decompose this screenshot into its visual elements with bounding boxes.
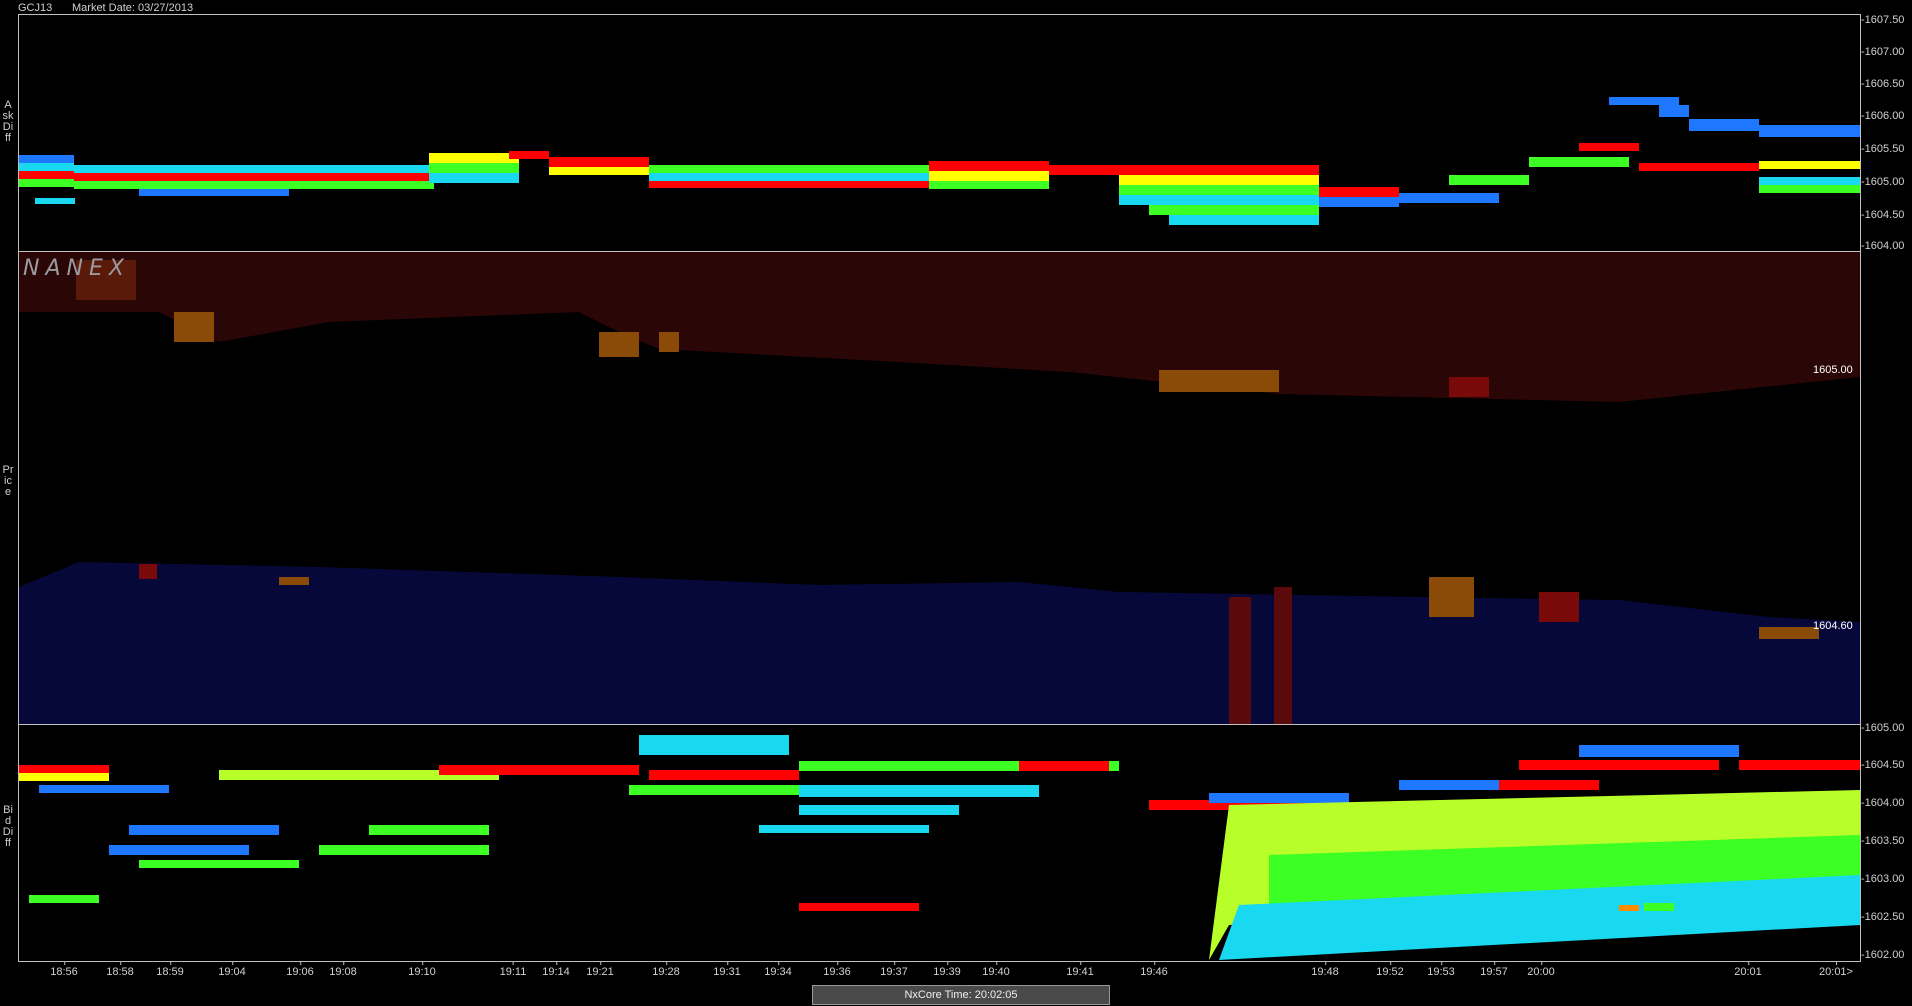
ask-diff-panel[interactable] — [18, 14, 1861, 252]
time-tick: 19:28 — [652, 961, 680, 978]
time-tick: 19:11 — [499, 961, 527, 978]
bid-axis-tick: -1603.50 — [1861, 835, 1905, 847]
time-tick: 20:01 — [1734, 961, 1762, 978]
time-tick: 19:46 — [1140, 961, 1168, 978]
ask-axis-tick: -1607.00 — [1861, 46, 1905, 58]
time-tick: 19:36 — [823, 961, 851, 978]
time-tick: 18:59 — [156, 961, 184, 978]
time-tick: 19:08 — [329, 961, 357, 978]
ask-axis-tick: -1607.50 — [1861, 14, 1905, 26]
time-tick: 19:06 — [286, 961, 314, 978]
time-tick: 18:58 — [106, 961, 134, 978]
bid-axis-tick: -1603.00 — [1861, 873, 1905, 885]
bid-axis-tick: -1602.50 — [1861, 911, 1905, 923]
time-tick: 19:34 — [764, 961, 792, 978]
price-ladder-chart — [19, 252, 1860, 724]
time-tick: 19:40 — [982, 961, 1010, 978]
ask-diff-heatmap — [19, 97, 1860, 225]
bid-axis-tick: -1605.00 — [1861, 722, 1905, 734]
time-tick: 19:39 — [933, 961, 961, 978]
askdiff-axis-label: AskDiff — [2, 99, 14, 144]
time-tick: 19:41 — [1066, 961, 1094, 978]
price-panel[interactable]: NANEX 1605.00 1604.60 — [18, 251, 1861, 725]
time-tick: 19:48 — [1311, 961, 1339, 978]
biddiff-axis-label: BidDiff — [2, 804, 14, 849]
ask-axis-tick: -1605.00 — [1861, 176, 1905, 188]
nanex-logo: NANEX — [23, 256, 130, 281]
ask-axis-tick: -1605.50 — [1861, 143, 1905, 155]
bid-axis-tick: -1602.00 — [1861, 949, 1905, 961]
ask-axis-tick: -1606.00 — [1861, 110, 1905, 122]
time-tick: 19:31 — [713, 961, 741, 978]
depth-chart-window: GCJ13 Market Date: 03/27/2013 AskDiff Pr… — [0, 0, 1912, 1006]
time-tick: 19:57 — [1480, 961, 1508, 978]
time-tick: 19:10 — [408, 961, 436, 978]
bid-price-label: 1604.60 — [1813, 620, 1853, 632]
time-tick: 19:53 — [1427, 961, 1455, 978]
price-axis-label: Price — [2, 464, 14, 498]
time-tick: 19:37 — [880, 961, 908, 978]
time-tick: 19:04 — [218, 961, 246, 978]
time-tick: 20:00 — [1527, 961, 1555, 978]
symbol-label: GCJ13 — [18, 2, 53, 14]
time-tick: 19:52 — [1376, 961, 1404, 978]
time-tick: 20:01> — [1819, 961, 1853, 978]
bid-diff-heatmap — [19, 735, 1860, 960]
time-tick: 19:14 — [542, 961, 570, 978]
ask-axis-tick: -1606.50 — [1861, 78, 1905, 90]
bid-axis-tick: -1604.50 — [1861, 759, 1905, 771]
time-tick: 18:56 — [50, 961, 78, 978]
ask-axis-tick: -1604.00 — [1861, 240, 1905, 252]
ask-price-label: 1605.00 — [1813, 364, 1853, 376]
ask-axis-tick: -1604.50 — [1861, 209, 1905, 221]
time-tick: 19:21 — [586, 961, 614, 978]
bid-diff-panel[interactable] — [18, 724, 1861, 962]
bid-axis-tick: -1604.00 — [1861, 797, 1905, 809]
nxcore-time-status: NxCore Time: 20:02:05 — [812, 985, 1110, 1005]
market-date-label: Market Date: 03/27/2013 — [72, 2, 194, 14]
